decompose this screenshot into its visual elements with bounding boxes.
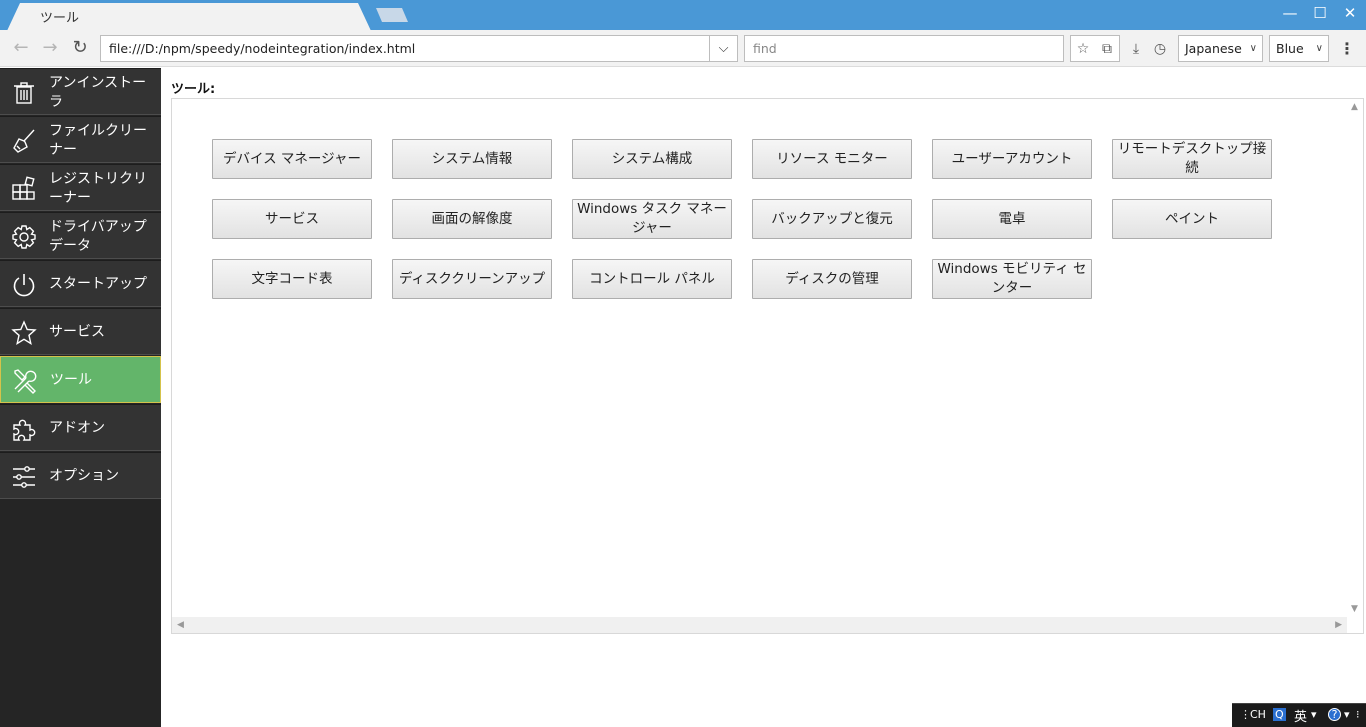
trash-icon [11, 80, 37, 106]
sidebar-item-uninstaller[interactable]: アンインストーラ [0, 68, 161, 115]
theme-select[interactable]: Blue ∨ [1269, 35, 1329, 62]
sidebar-item-addons[interactable]: アドオン [0, 404, 161, 451]
close-window-button[interactable]: ✕ [1336, 0, 1364, 28]
tool-button-paint[interactable]: ペイント [1112, 199, 1272, 239]
title-bar: ツール — ☐ ✕ [0, 0, 1366, 33]
tool-button-screen-resolution[interactable]: 画面の解像度 [392, 199, 552, 239]
tool-button-calculator[interactable]: 電卓 [932, 199, 1092, 239]
sidebar-item-file-cleaner[interactable]: ファイルクリーナー [0, 116, 161, 163]
sidebar-item-label: ファイルクリーナー [49, 122, 147, 158]
scroll-left-icon[interactable]: ◀ [177, 620, 184, 630]
find-field[interactable] [744, 35, 1064, 62]
back-button[interactable]: ← [9, 36, 33, 60]
broom-icon [11, 128, 37, 154]
new-tab-button[interactable] [376, 8, 408, 22]
language-select-value: Japanese [1185, 41, 1242, 56]
sidebar: アンインストーラ ファイルクリーナー レジストリクリーナー ドライバアップデータ… [0, 68, 161, 727]
sidebar-item-label: オプション [49, 468, 119, 484]
language-select[interactable]: Japanese ∨ [1178, 35, 1263, 62]
sidebar-item-options[interactable]: オプション [0, 452, 161, 499]
sidebar-item-registry-cleaner[interactable]: レジストリクリーナー [0, 164, 161, 211]
find-input[interactable] [745, 36, 1063, 61]
chevron-down-icon: ∨ [1315, 43, 1323, 54]
copy-pages-icon[interactable]: ⧉ [1097, 40, 1117, 58]
tool-button-remote-desktop[interactable]: リモートデスクトップ接続 [1112, 139, 1272, 179]
puzzle-icon [11, 416, 37, 442]
scroll-right-icon[interactable]: ▶ [1335, 620, 1342, 630]
download-icon[interactable]: ⤓ [1126, 39, 1146, 59]
browser-toolbar: ← → ↻ file:///D:/npm/speedy/nodeintegrat… [0, 30, 1366, 67]
vertical-scrollbar[interactable]: ▲ ▼ [1347, 99, 1363, 617]
chevron-down-icon: ▾ [1311, 708, 1317, 721]
url-text: file:///D:/npm/speedy/nodeintegration/in… [109, 41, 416, 56]
theme-select-value: Blue [1276, 41, 1304, 56]
help-icon[interactable]: ? [1328, 708, 1341, 721]
chevron-down-icon: ⌵ [718, 41, 729, 56]
sidebar-item-label: サービス [49, 324, 105, 340]
tool-button-resource-monitor[interactable]: リソース モニター [752, 139, 912, 179]
star-bookmark-icon[interactable]: ☆ [1073, 40, 1093, 58]
sidebar-item-label: スタートアップ [49, 276, 147, 292]
tools-icon [12, 368, 38, 394]
sliders-icon [11, 464, 37, 490]
gear-icon [11, 224, 37, 250]
tool-button-control-panel[interactable]: コントロール パネル [572, 259, 732, 299]
reload-icon: ↻ [72, 37, 88, 58]
chevron-down-icon: ∨ [1249, 43, 1257, 54]
sidebar-item-label: アンインストーラ [49, 74, 147, 110]
tool-button-backup-restore[interactable]: バックアップと復元 [752, 199, 912, 239]
input-mode-indicator[interactable]: 英 [1294, 706, 1307, 725]
maximize-button[interactable]: ☐ [1306, 0, 1334, 28]
chevron-down-icon: ▾ [1344, 708, 1350, 721]
tool-button-mobility-center[interactable]: Windows モビリティ センター [932, 259, 1092, 299]
more-icon[interactable]: ⁝ [1356, 708, 1360, 721]
history-clock-icon[interactable]: ◷ [1150, 39, 1170, 59]
power-icon [11, 272, 37, 298]
input-method-icon[interactable]: Q [1273, 708, 1286, 721]
sidebar-item-label: ツール [50, 372, 92, 388]
tool-button-disk-management[interactable]: ディスクの管理 [752, 259, 912, 299]
address-bar[interactable]: file:///D:/npm/speedy/nodeintegration/in… [100, 35, 738, 62]
page-title: ツール: [171, 82, 216, 97]
system-tray: ⋮ CH Q 英 ▾ ? ▾ ⁝ [1232, 703, 1366, 727]
tool-button-system-info[interactable]: システム情報 [392, 139, 552, 179]
arrow-left-icon: ← [13, 37, 29, 58]
sidebar-item-label: レジストリクリーナー [49, 170, 147, 206]
sidebar-item-label: アドオン [49, 420, 105, 436]
sidebar-item-tools[interactable]: ツール [0, 356, 161, 403]
forward-button[interactable]: → [38, 36, 62, 60]
tool-button-system-config[interactable]: システム構成 [572, 139, 732, 179]
tool-button-disk-cleanup[interactable]: ディスククリーンアップ [392, 259, 552, 299]
more-menu-icon[interactable]: ⋮ [1338, 39, 1356, 59]
tool-button-services[interactable]: サービス [212, 199, 372, 239]
bookmark-tools: ☆ ⧉ [1070, 35, 1120, 62]
tool-button-character-map[interactable]: 文字コード表 [212, 259, 372, 299]
star-icon [11, 320, 37, 346]
tool-button-user-accounts[interactable]: ユーザーアカウント [932, 139, 1092, 179]
tab-title: ツール [40, 11, 80, 26]
tools-panel: デバイス マネージャー システム情報 システム構成 リソース モニター ユーザー… [171, 98, 1364, 634]
url-dropdown-button[interactable]: ⌵ [709, 36, 737, 61]
scroll-down-icon[interactable]: ▼ [1351, 604, 1358, 614]
sidebar-item-services[interactable]: サービス [0, 308, 161, 355]
tool-button-device-manager[interactable]: デバイス マネージャー [212, 139, 372, 179]
reload-button[interactable]: ↻ [68, 36, 92, 60]
scroll-up-icon[interactable]: ▲ [1351, 102, 1358, 112]
registry-blocks-icon [11, 176, 37, 202]
horizontal-scrollbar[interactable]: ◀ ▶ [172, 617, 1347, 633]
scrollbar-corner [1347, 617, 1363, 633]
sidebar-item-label: ドライバアップデータ [49, 218, 147, 254]
ime-indicator[interactable]: CH [1250, 708, 1266, 721]
sidebar-item-startup[interactable]: スタートアップ [0, 260, 161, 307]
sidebar-item-driver-updater[interactable]: ドライバアップデータ [0, 212, 161, 259]
tool-button-task-manager[interactable]: Windows タスク マネージャー [572, 199, 732, 239]
minimize-button[interactable]: — [1276, 0, 1304, 28]
arrow-right-icon: → [42, 37, 58, 58]
